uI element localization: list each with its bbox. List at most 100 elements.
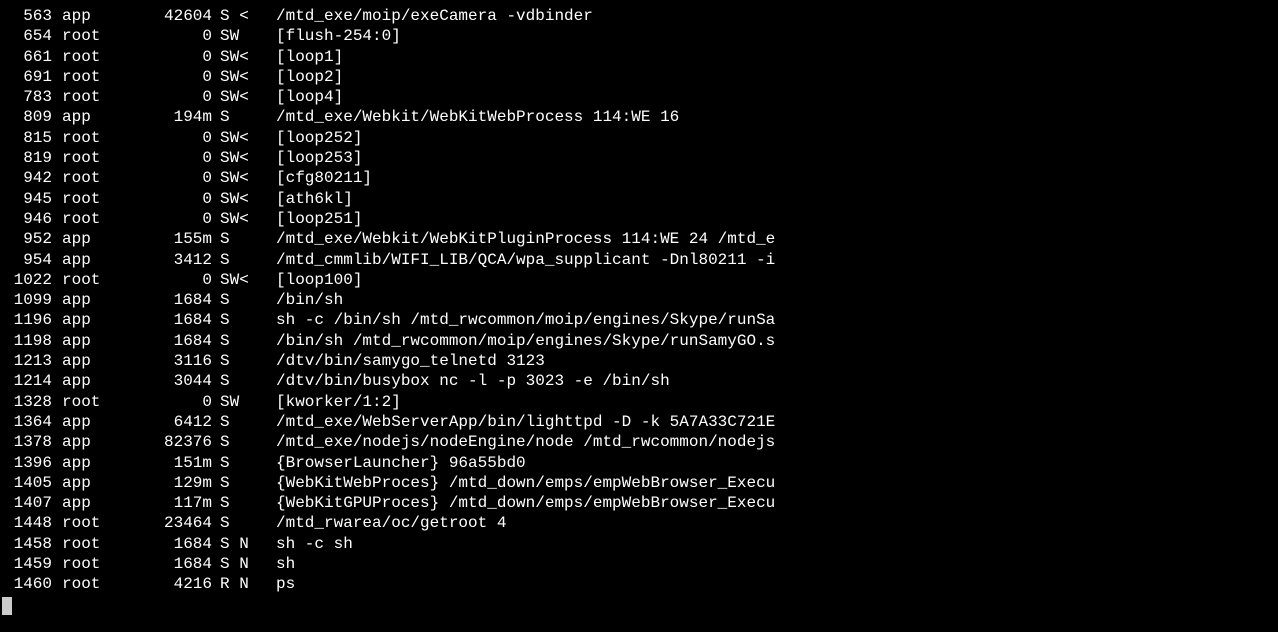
command-cell: [loop1]: [270, 47, 1278, 67]
process-row: 945root0SW<[ath6kl]: [0, 189, 1278, 209]
pid-cell: 1196: [0, 310, 52, 330]
process-row: 1460root4216R Nps: [0, 574, 1278, 594]
user-cell: root: [52, 189, 104, 209]
command-cell: [flush-254:0]: [270, 26, 1278, 46]
command-cell: /mtd_exe/Webkit/WebKitWebProcess 114:WE …: [270, 107, 1278, 127]
command-cell: [loop252]: [270, 128, 1278, 148]
process-row: 946root0SW<[loop251]: [0, 209, 1278, 229]
vsz-cell: 0: [104, 209, 212, 229]
vsz-cell: 0: [104, 270, 212, 290]
process-row: 1022root0SW<[loop100]: [0, 270, 1278, 290]
pid-cell: 952: [0, 229, 52, 249]
vsz-cell: 1684: [104, 331, 212, 351]
stat-cell: SW<: [212, 168, 270, 188]
pid-cell: 1378: [0, 432, 52, 452]
user-cell: app: [52, 351, 104, 371]
pid-cell: 946: [0, 209, 52, 229]
command-cell: /mtd_exe/Webkit/WebKitPluginProcess 114:…: [270, 229, 1278, 249]
pid-cell: 942: [0, 168, 52, 188]
vsz-cell: 194m: [104, 107, 212, 127]
user-cell: app: [52, 432, 104, 452]
pid-cell: 945: [0, 189, 52, 209]
process-row: 1196app1684Ssh -c /bin/sh /mtd_rwcommon/…: [0, 310, 1278, 330]
process-row: 809app194mS/mtd_exe/Webkit/WebKitWebProc…: [0, 107, 1278, 127]
process-row: 942root0SW<[cfg80211]: [0, 168, 1278, 188]
vsz-cell: 1684: [104, 290, 212, 310]
pid-cell: 1396: [0, 453, 52, 473]
stat-cell: SW<: [212, 87, 270, 107]
process-row: 654root0SW[flush-254:0]: [0, 26, 1278, 46]
stat-cell: S: [212, 453, 270, 473]
pid-cell: 654: [0, 26, 52, 46]
command-cell: sh: [270, 554, 1278, 574]
command-cell: [loop4]: [270, 87, 1278, 107]
user-cell: app: [52, 290, 104, 310]
command-cell: {WebKitWebProces} /mtd_down/emps/empWebB…: [270, 473, 1278, 493]
command-cell: [kworker/1:2]: [270, 392, 1278, 412]
stat-cell: SW<: [212, 148, 270, 168]
terminal-cursor: [2, 597, 12, 615]
user-cell: root: [52, 67, 104, 87]
pid-cell: 1099: [0, 290, 52, 310]
user-cell: app: [52, 6, 104, 26]
process-list: 563app42604S </mtd_exe/moip/exeCamera -v…: [0, 6, 1278, 595]
user-cell: app: [52, 453, 104, 473]
command-cell: {BrowserLauncher} 96a55bd0: [270, 453, 1278, 473]
command-cell: /mtd_cmmlib/WIFI_LIB/QCA/wpa_supplicant …: [270, 250, 1278, 270]
vsz-cell: 23464: [104, 513, 212, 533]
command-cell: /mtd_exe/nodejs/nodeEngine/node /mtd_rwc…: [270, 432, 1278, 452]
pid-cell: 783: [0, 87, 52, 107]
user-cell: root: [52, 168, 104, 188]
vsz-cell: 0: [104, 128, 212, 148]
command-cell: /bin/sh /mtd_rwcommon/moip/engines/Skype…: [270, 331, 1278, 351]
stat-cell: S: [212, 493, 270, 513]
user-cell: root: [52, 534, 104, 554]
pid-cell: 1460: [0, 574, 52, 594]
user-cell: app: [52, 229, 104, 249]
vsz-cell: 3412: [104, 250, 212, 270]
vsz-cell: 3116: [104, 351, 212, 371]
vsz-cell: 1684: [104, 554, 212, 574]
vsz-cell: 0: [104, 168, 212, 188]
process-row: 1213app3116S/dtv/bin/samygo_telnetd 3123: [0, 351, 1278, 371]
process-row: 1198app1684S/bin/sh /mtd_rwcommon/moip/e…: [0, 331, 1278, 351]
pid-cell: 1364: [0, 412, 52, 432]
stat-cell: SW<: [212, 270, 270, 290]
user-cell: root: [52, 513, 104, 533]
user-cell: root: [52, 574, 104, 594]
stat-cell: SW<: [212, 67, 270, 87]
pid-cell: 1198: [0, 331, 52, 351]
pid-cell: 1448: [0, 513, 52, 533]
vsz-cell: 0: [104, 87, 212, 107]
pid-cell: 809: [0, 107, 52, 127]
command-cell: /dtv/bin/samygo_telnetd 3123: [270, 351, 1278, 371]
user-cell: app: [52, 473, 104, 493]
command-cell: /mtd_exe/WebServerApp/bin/lighttpd -D -k…: [270, 412, 1278, 432]
vsz-cell: 0: [104, 26, 212, 46]
command-cell: /mtd_exe/moip/exeCamera -vdbinder: [270, 6, 1278, 26]
stat-cell: S: [212, 513, 270, 533]
process-row: 691root0SW<[loop2]: [0, 67, 1278, 87]
command-cell: {WebKitGPUProces} /mtd_down/emps/empWebB…: [270, 493, 1278, 513]
pid-cell: 661: [0, 47, 52, 67]
vsz-cell: 129m: [104, 473, 212, 493]
user-cell: root: [52, 87, 104, 107]
user-cell: root: [52, 270, 104, 290]
command-cell: /dtv/bin/busybox nc -l -p 3023 -e /bin/s…: [270, 371, 1278, 391]
process-row: 954app3412S/mtd_cmmlib/WIFI_LIB/QCA/wpa_…: [0, 250, 1278, 270]
process-row: 1396app151mS{BrowserLauncher} 96a55bd0: [0, 453, 1278, 473]
vsz-cell: 0: [104, 47, 212, 67]
pid-cell: 954: [0, 250, 52, 270]
stat-cell: S: [212, 432, 270, 452]
pid-cell: 1022: [0, 270, 52, 290]
stat-cell: SW: [212, 26, 270, 46]
stat-cell: S: [212, 473, 270, 493]
command-cell: ps: [270, 574, 1278, 594]
vsz-cell: 0: [104, 392, 212, 412]
user-cell: root: [52, 392, 104, 412]
command-cell: /bin/sh: [270, 290, 1278, 310]
vsz-cell: 155m: [104, 229, 212, 249]
command-cell: [loop251]: [270, 209, 1278, 229]
pid-cell: 1459: [0, 554, 52, 574]
vsz-cell: 4216: [104, 574, 212, 594]
